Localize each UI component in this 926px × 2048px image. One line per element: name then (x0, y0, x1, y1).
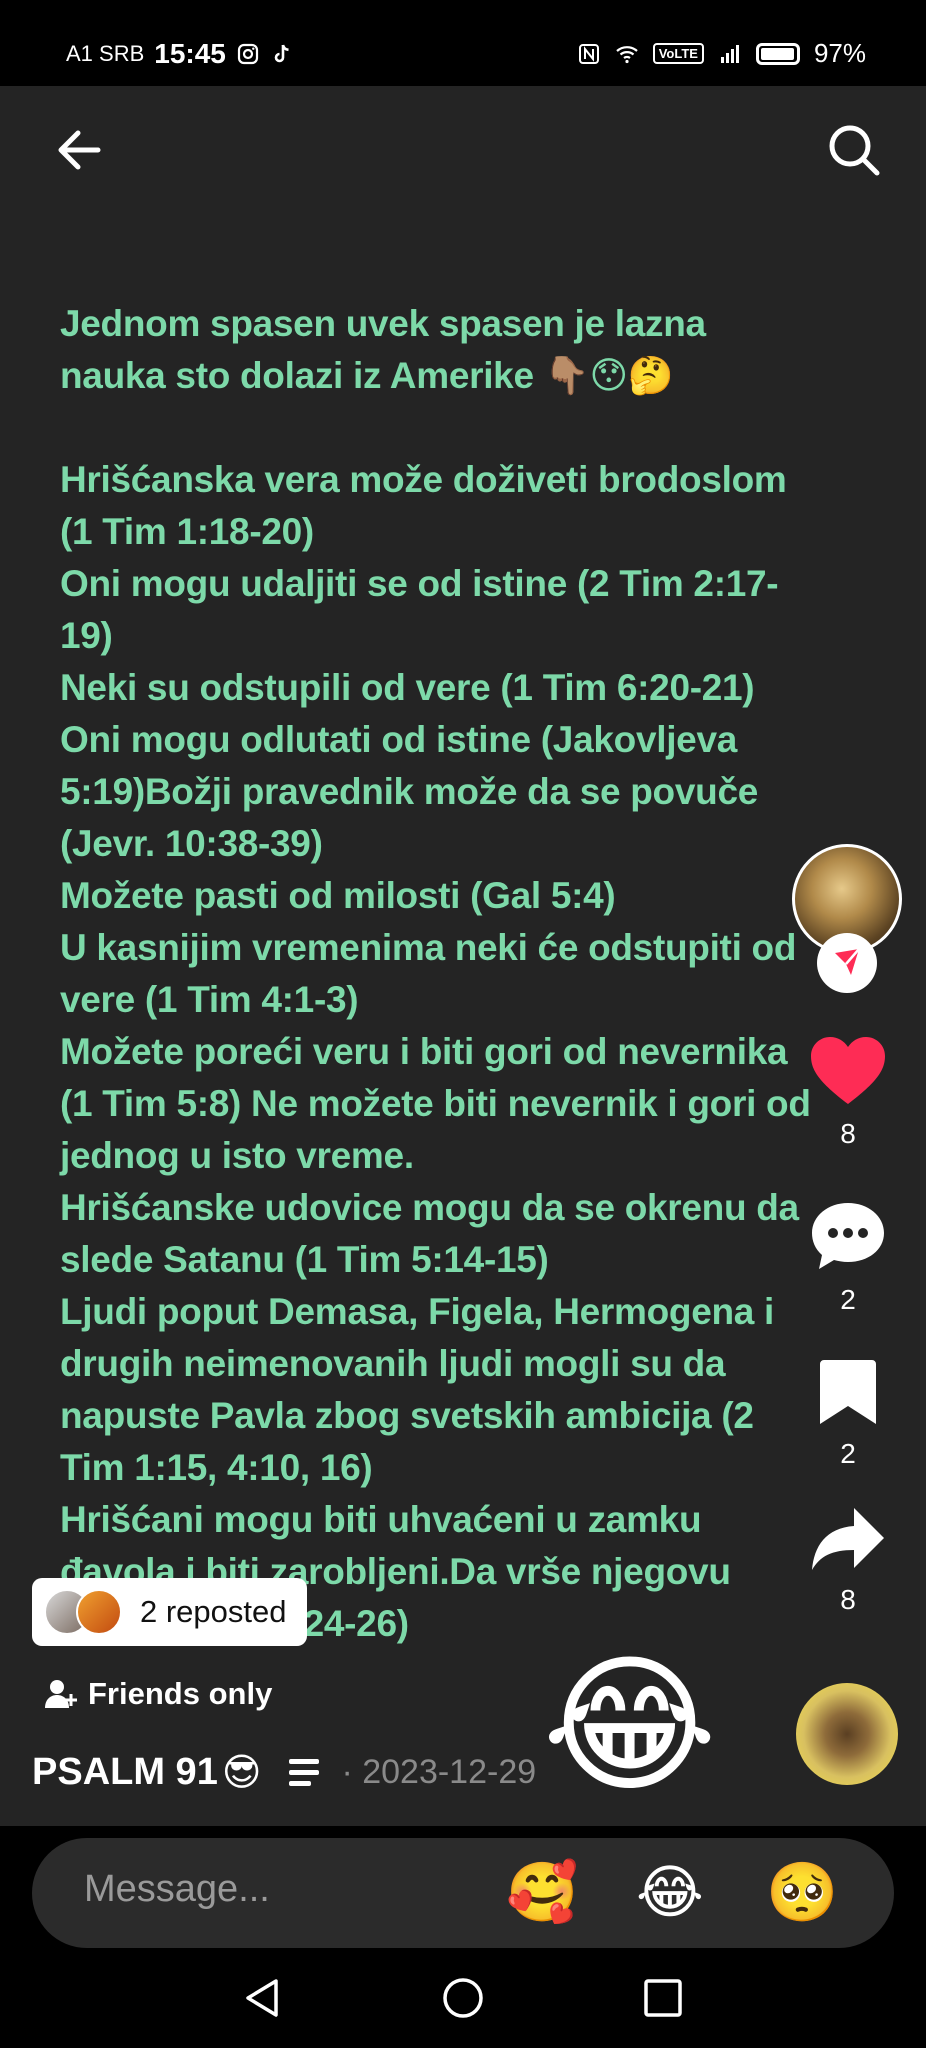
caption-line: U kasnijim vremenima neki će odstupiti o… (60, 927, 807, 1020)
carrier-label: A1 SRB (66, 41, 145, 66)
search-icon[interactable] (824, 120, 884, 180)
volte-badge: VoLTE (652, 43, 704, 64)
share-button[interactable]: 8 (806, 1506, 890, 1616)
avatar (76, 1589, 122, 1635)
caption-line: Oni mogu udaljiti se od istine (2 Tim 2:… (60, 563, 779, 656)
caption-line: Jednom spasen uvek spasen je lazna nauka… (60, 303, 716, 396)
status-bar: A1 SRB 15:45 VoLTE 97% (0, 0, 926, 86)
caption-line: Ljudi poput Demasa, Figela, Hermogena i … (60, 1291, 785, 1488)
caption-line: Oni mogu odlutati od istine (Jakovljeva … (60, 719, 768, 864)
battery-percent: 97% (813, 38, 866, 68)
caption-line: Neki su odstupili od vere (1 Tim 6:20-21… (60, 667, 755, 708)
video-caption-text: Jednom spasen uvek spasen je lazna nauka… (60, 298, 820, 1650)
caption-line: Možete poreći veru i biti gori od nevern… (60, 1031, 821, 1176)
caption-line: Hrišćanske udovice mogu da se okrenu da … (60, 1187, 809, 1280)
reposted-pill[interactable]: 2 reposted (32, 1578, 307, 1646)
nav-back-icon[interactable] (238, 1973, 288, 2023)
caption-line: Hrišćanska vera može doživeti brodoslom … (60, 459, 797, 552)
tiktok-icon (274, 44, 289, 63)
quick-emoji-button[interactable]: 😂 (636, 1860, 704, 1926)
friends-icon (45, 1680, 77, 1708)
privacy-text: Friends only (88, 1676, 273, 1711)
bookmark-icon (820, 1360, 876, 1424)
bookmark-count: 2 (840, 1438, 856, 1469)
author-row[interactable]: PSALM 91 😎 · 2023-12-29 (32, 1750, 536, 1795)
bookmark-button[interactable]: 2 (806, 1358, 890, 1470)
reposted-label: 2 reposted (140, 1594, 287, 1629)
music-disc[interactable] (796, 1683, 898, 1785)
like-button[interactable]: 8 (806, 1036, 890, 1150)
share-arrow-icon (812, 1508, 884, 1570)
send-arrow-icon (835, 948, 860, 975)
status-left: A1 SRB 15:45 (66, 38, 294, 70)
caption-menu-icon[interactable] (289, 1759, 320, 1786)
follow-button[interactable] (817, 933, 877, 993)
nav-recents-icon[interactable] (638, 1973, 688, 2023)
back-arrow-icon[interactable] (50, 120, 110, 180)
wifi-icon (615, 45, 638, 63)
system-nav-bar (0, 1948, 926, 2048)
comment-button[interactable]: 2 (806, 1200, 890, 1316)
nav-home-icon[interactable] (438, 1973, 488, 2023)
message-placeholder[interactable]: Message... (84, 1868, 270, 1911)
share-count: 8 (840, 1584, 856, 1615)
status-right: VoLTE 97% (577, 38, 866, 69)
nfc-icon (578, 43, 599, 64)
instagram-icon (237, 43, 258, 65)
author-name[interactable]: PSALM 91 (32, 1751, 218, 1794)
quick-emoji-button[interactable]: 🥰 (506, 1860, 578, 1926)
author-emoji: 😎 (221, 1752, 262, 1794)
quick-emoji-button[interactable]: 🥺 (766, 1860, 838, 1926)
clock: 15:45 (154, 38, 226, 69)
signal-icon (720, 44, 739, 63)
message-input[interactable]: Message... 🥰 😂 🥺 (32, 1838, 894, 1948)
like-count: 8 (840, 1118, 856, 1149)
caption-line: Možete pasti od milosti (Gal 5:4) (60, 875, 616, 916)
privacy-label: Friends only (44, 1676, 272, 1712)
post-date: · 2023-12-29 (341, 1753, 537, 1791)
heart-icon (811, 1037, 885, 1104)
comment-count: 2 (840, 1284, 856, 1315)
comment-icon (812, 1203, 884, 1269)
laughing-emoji-sticker: 😂 (542, 1641, 718, 1809)
battery-icon (755, 42, 800, 65)
